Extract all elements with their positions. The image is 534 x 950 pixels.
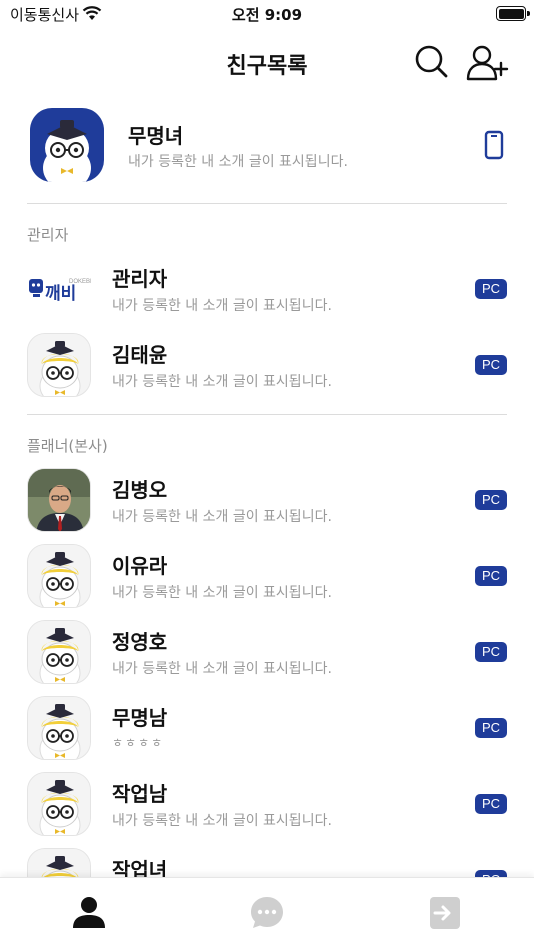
- avatar: [27, 772, 91, 836]
- header: 친구목록: [0, 38, 534, 88]
- section-title-planner: 플래너(본사): [27, 437, 108, 455]
- friend-name: 김태윤: [112, 343, 168, 367]
- status-bar: 이동통신사 오전 9:09: [0, 0, 534, 30]
- divider: [27, 203, 507, 204]
- friend-name: 무명남: [112, 706, 168, 730]
- friend-row[interactable]: 무명남 ㅎㅎㅎㅎ PC: [0, 696, 534, 762]
- friend-intro: 내가 등록한 내 소개 글이 표시됩니다.: [112, 661, 332, 677]
- avatar: [27, 544, 91, 608]
- my-profile[interactable]: 무명녀 내가 등록한 내 소개 글이 표시됩니다.: [0, 108, 534, 184]
- avatar: [30, 108, 104, 182]
- avatar: DOKEBI 깨비: [27, 257, 91, 321]
- friend-intro: 내가 등록한 내 소개 글이 표시됩니다.: [112, 509, 332, 525]
- friend-intro: 내가 등록한 내 소개 글이 표시됩니다.: [112, 374, 332, 390]
- add-friend-icon[interactable]: [465, 44, 509, 86]
- avatar: [27, 468, 91, 532]
- person-icon[interactable]: [70, 894, 110, 934]
- friend-name: 김병오: [112, 478, 168, 502]
- pc-badge: PC: [475, 642, 507, 662]
- friend-name: 정영호: [112, 630, 168, 654]
- pc-badge: PC: [475, 566, 507, 586]
- my-intro: 내가 등록한 내 소개 글이 표시됩니다.: [128, 154, 348, 170]
- friend-intro: ㅎㅎㅎㅎ: [112, 736, 165, 750]
- friend-name: 이유라: [112, 554, 168, 578]
- avatar: [27, 620, 91, 684]
- divider: [27, 414, 507, 415]
- search-icon[interactable]: [413, 44, 449, 84]
- friend-row[interactable]: 김태윤 내가 등록한 내 소개 글이 표시됩니다. PC: [0, 333, 534, 399]
- chat-bubble-icon[interactable]: [248, 894, 288, 934]
- clock: 오전 9:09: [231, 6, 303, 24]
- friend-row[interactable]: 작업남 내가 등록한 내 소개 글이 표시됩니다. PC: [0, 772, 534, 838]
- friend-name: 작업남: [112, 782, 168, 806]
- pc-badge: PC: [475, 718, 507, 738]
- friend-row[interactable]: DOKEBI 깨비 관리자 내가 등록한 내 소개 글이 표시됩니다. PC: [0, 257, 534, 323]
- avatar: [27, 696, 91, 760]
- pc-badge: PC: [475, 279, 507, 299]
- friend-intro: 내가 등록한 내 소개 글이 표시됩니다.: [112, 813, 332, 829]
- mobile-device-icon: [484, 130, 504, 164]
- friend-intro: 내가 등록한 내 소개 글이 표시됩니다.: [112, 585, 332, 601]
- friend-row[interactable]: 김병오 내가 등록한 내 소개 글이 표시됩니다. PC: [0, 468, 534, 534]
- page-title: 친구목록: [226, 54, 308, 79]
- logout-icon[interactable]: [426, 894, 466, 934]
- friend-row[interactable]: 정영호 내가 등록한 내 소개 글이 표시됩니다. PC: [0, 620, 534, 686]
- friend-row[interactable]: 이유라 내가 등록한 내 소개 글이 표시됩니다. PC: [0, 544, 534, 610]
- my-name: 무명녀: [128, 124, 184, 148]
- tab-bar: [0, 877, 534, 950]
- section-title-admin: 관리자: [27, 226, 69, 244]
- pc-badge: PC: [475, 355, 507, 375]
- avatar: [27, 333, 91, 397]
- battery-icon: [496, 6, 530, 21]
- pc-badge: PC: [475, 490, 507, 510]
- logo-text: 깨비: [45, 284, 76, 304]
- friend-name: 관리자: [112, 267, 168, 291]
- friend-intro: 내가 등록한 내 소개 글이 표시됩니다.: [112, 298, 332, 314]
- pc-badge: PC: [475, 794, 507, 814]
